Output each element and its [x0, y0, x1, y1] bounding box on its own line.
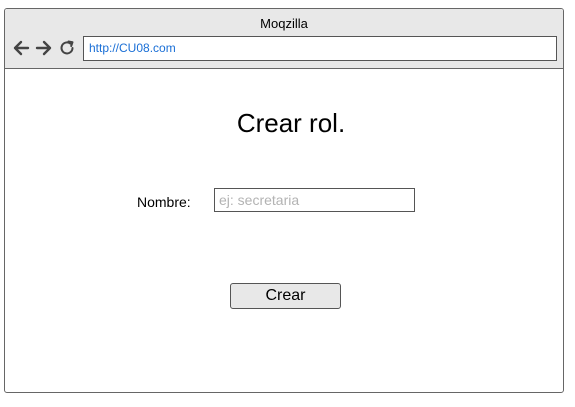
browser-window: Moqzilla http://CU08.com Crear rol. Nomb… [4, 8, 564, 393]
name-label: Nombre: [137, 194, 191, 210]
arrow-right-icon[interactable] [35, 39, 53, 57]
arrow-left-icon[interactable] [12, 39, 30, 57]
window-title: Moqzilla [260, 16, 308, 31]
page-content: Crear rol. Nombre: Crear [5, 69, 563, 392]
page-title: Crear rol. [236, 108, 346, 138]
name-input[interactable] [214, 188, 415, 212]
browser-toolbar: Moqzilla http://CU08.com [5, 9, 563, 69]
create-button[interactable]: Crear [230, 283, 341, 309]
reload-icon[interactable] [58, 39, 76, 57]
address-bar[interactable]: http://CU08.com [83, 36, 557, 61]
